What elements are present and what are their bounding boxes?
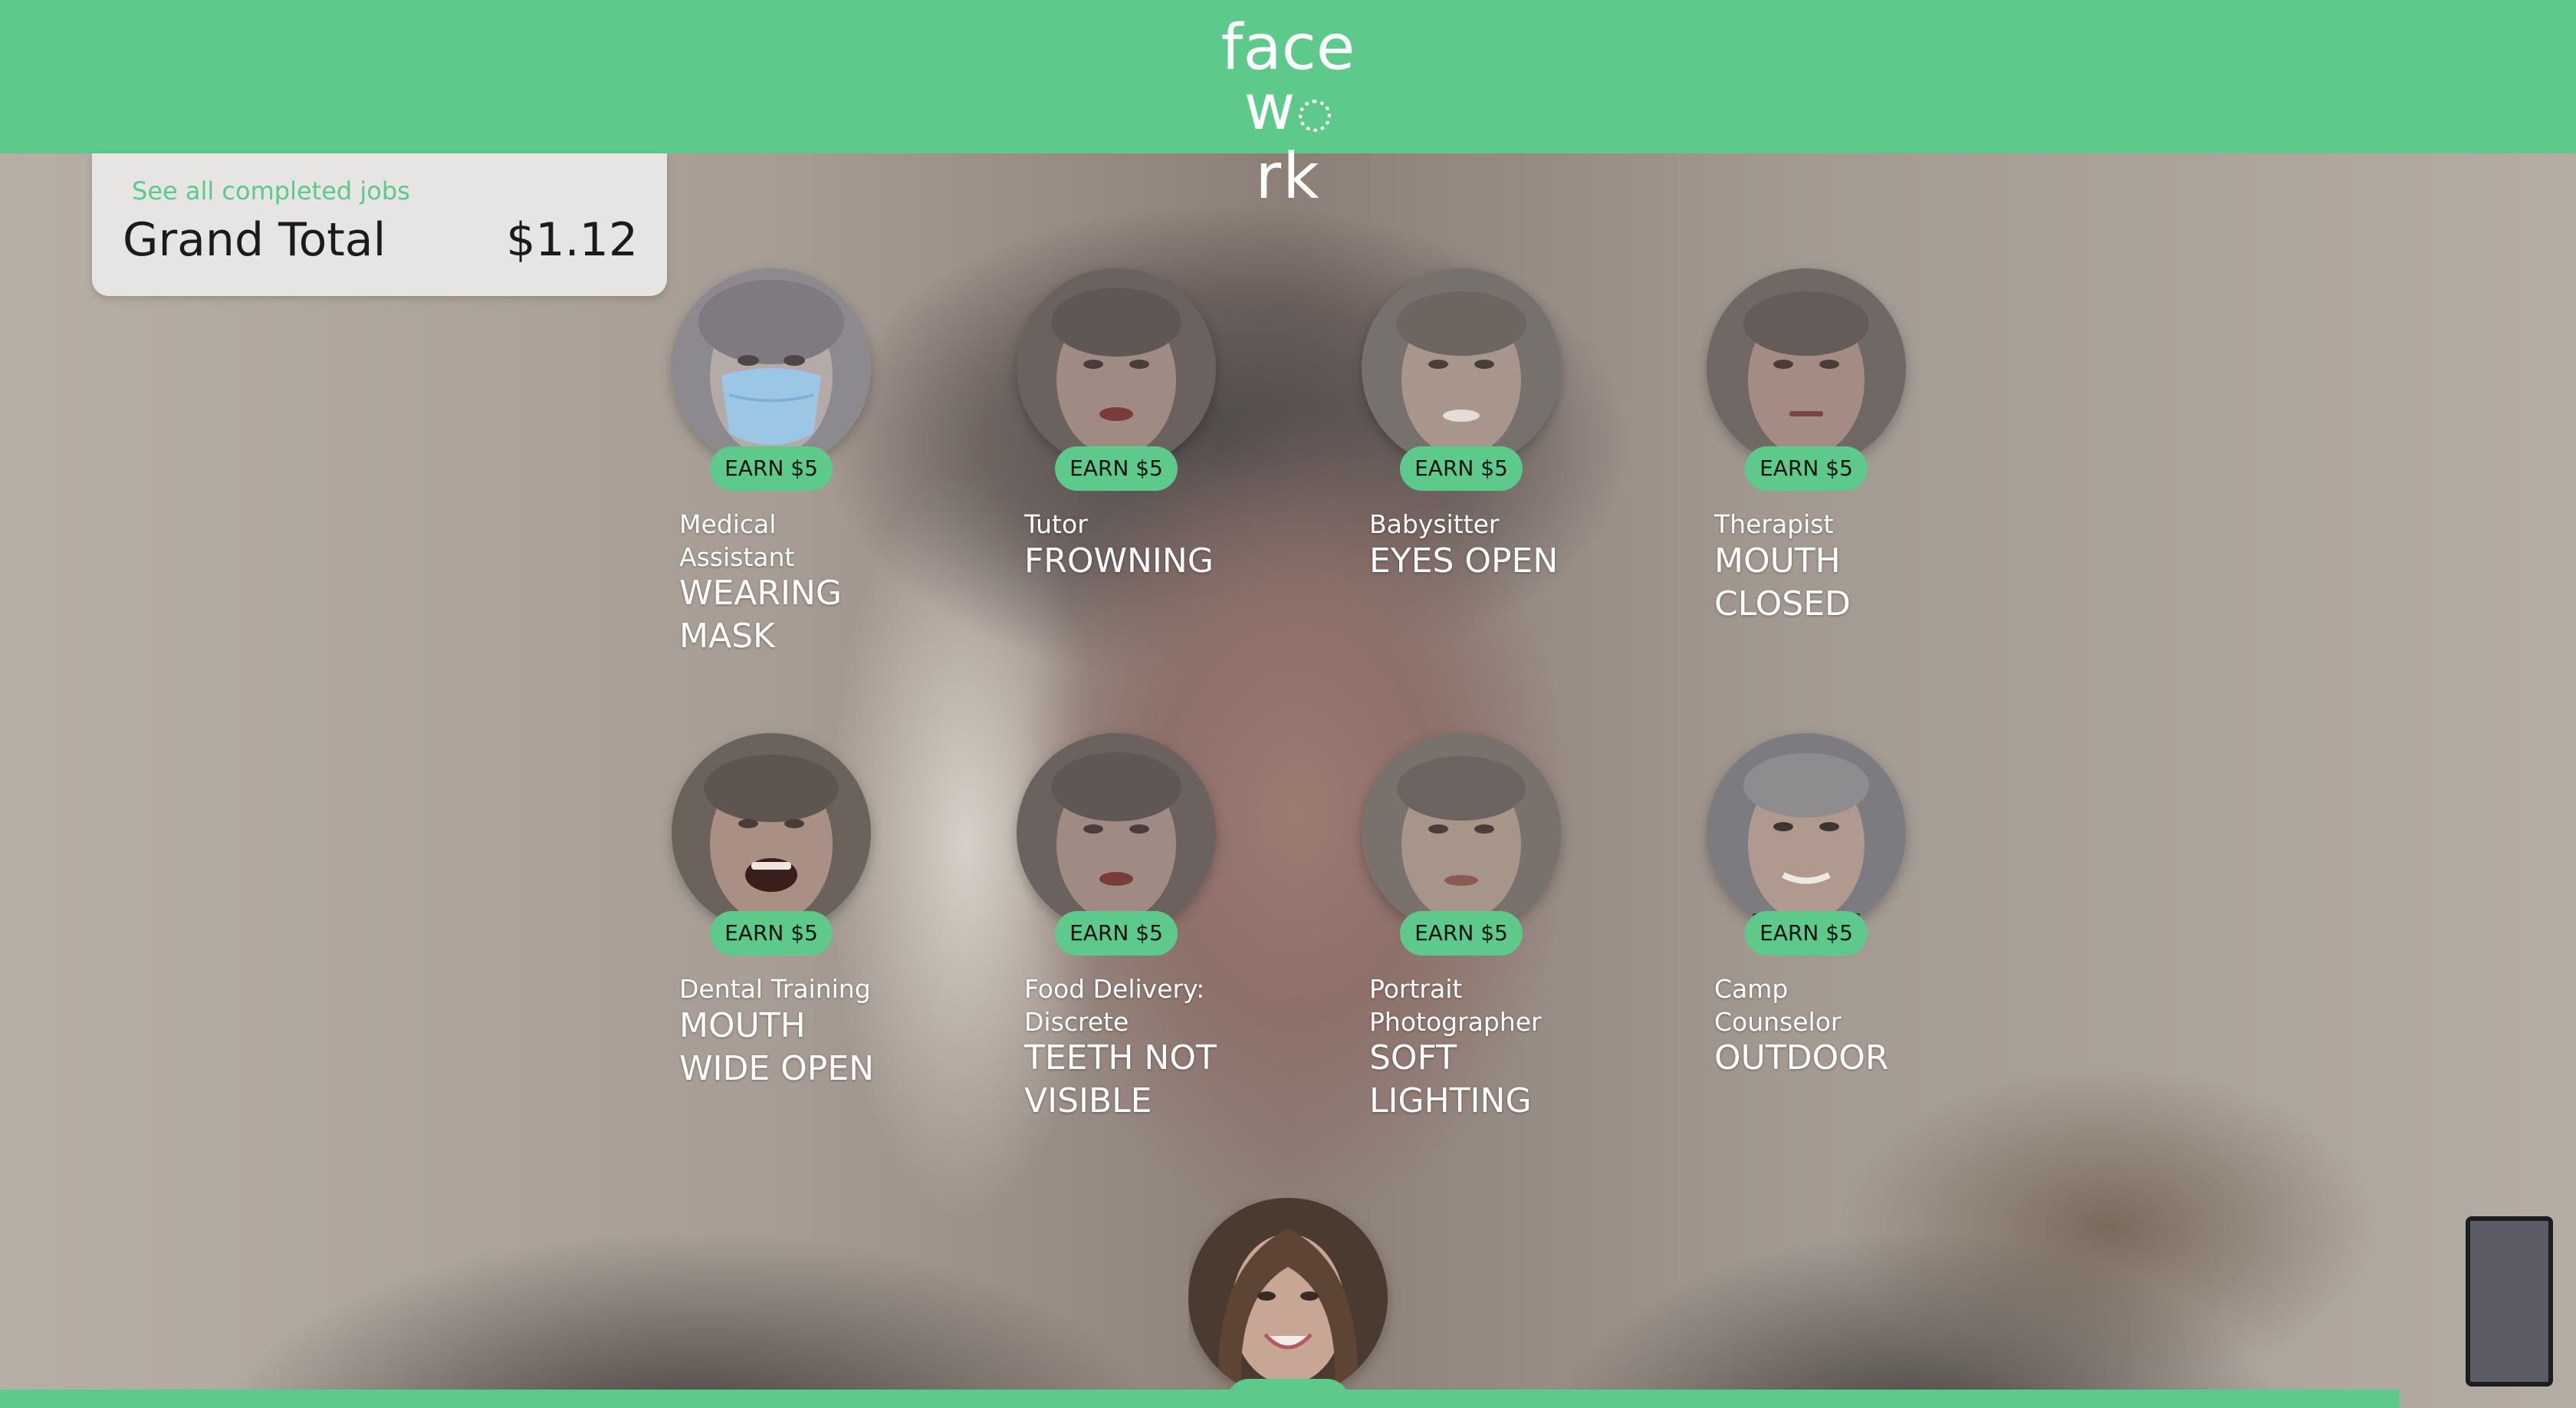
job-role: Tutor xyxy=(1024,509,1088,539)
job-condition: TEETH NOT VISIBLE xyxy=(1024,1038,1217,1120)
job-card[interactable]: EARN $5 Food Delivery: Discrete TEETH NO… xyxy=(1017,733,1339,1163)
job-card[interactable]: EARN $5 Babysitter EYES OPEN xyxy=(1362,268,1684,698)
job-face-thumbnail[interactable] xyxy=(1017,733,1216,933)
job-face-thumbnail[interactable] xyxy=(1362,733,1561,933)
logo-rk: rk xyxy=(1255,140,1321,213)
job-role: Camp Counselor xyxy=(1714,974,1842,1037)
see-completed-jobs-link[interactable]: See all completed jobs xyxy=(132,176,410,206)
job-card[interactable]: EARN $5 Dental Training MOUTH WIDE OPEN xyxy=(672,733,994,1163)
earn-button[interactable]: EARN $5 xyxy=(710,911,833,956)
job-condition: EYES OPEN xyxy=(1369,541,1559,581)
earn-button[interactable]: EARN $5 xyxy=(1055,446,1178,491)
grand-total-value: $1.12 xyxy=(506,213,638,267)
job-condition: MOUTH CLOSED xyxy=(1714,541,1851,623)
job-role: Dental Training xyxy=(679,974,871,1004)
job-face-thumbnail[interactable] xyxy=(672,268,871,468)
earn-button[interactable]: EARN $5 xyxy=(1400,911,1523,956)
job-role: Food Delivery: Discrete xyxy=(1024,974,1205,1037)
job-face-thumbnail[interactable] xyxy=(1017,268,1216,468)
header-bar: face wrk xyxy=(0,0,2576,212)
job-role: Portrait Photographer xyxy=(1369,974,1542,1037)
job-face-thumbnail[interactable] xyxy=(1707,268,1906,468)
logo-dotted-o-icon xyxy=(1298,100,1331,132)
earn-button[interactable]: EARN $5 xyxy=(1055,911,1178,956)
grand-total-label: Grand Total xyxy=(123,213,386,267)
job-face-thumbnail[interactable] xyxy=(672,733,871,933)
logo-w: w xyxy=(1244,71,1297,144)
earn-button[interactable]: EARN $5 xyxy=(1745,911,1868,956)
job-card[interactable]: EARN $5 Camp Counselor OUTDOOR xyxy=(1707,733,2029,1163)
progress-bar xyxy=(0,1390,2400,1408)
job-card[interactable]: EARN $5 Tutor FROWNING xyxy=(1017,268,1339,698)
earn-button[interactable]: EARN $5 xyxy=(710,446,833,491)
job-condition: MOUTH WIDE OPEN xyxy=(679,1006,875,1088)
job-face-thumbnail[interactable] xyxy=(1188,1198,1388,1397)
grand-total-card: See all completed jobs Grand Total $1.12 xyxy=(92,153,667,296)
job-card[interactable]: EARN $5 Portrait Photographer SOFT LIGHT… xyxy=(1362,733,1684,1163)
job-condition: OUTDOOR xyxy=(1714,1038,1889,1077)
job-card[interactable]: EARN $5 xyxy=(1188,1198,1510,1408)
job-face-thumbnail[interactable] xyxy=(1707,733,1906,933)
job-role: Medical Assistant xyxy=(679,509,795,572)
job-card[interactable]: EARN $5 Therapist MOUTH CLOSED xyxy=(1707,268,2029,698)
logo-word-work: wrk xyxy=(1211,74,1365,212)
job-condition: FROWNING xyxy=(1024,541,1214,581)
job-role: Babysitter xyxy=(1369,509,1500,539)
earn-button[interactable]: EARN $5 xyxy=(1400,446,1523,491)
job-condition: WEARING MASK xyxy=(679,574,842,656)
job-face-thumbnail[interactable] xyxy=(1362,268,1561,468)
earn-button[interactable]: EARN $5 xyxy=(1745,446,1868,491)
facework-logo: face wrk xyxy=(1211,14,1365,212)
job-condition: SOFT LIGHTING xyxy=(1369,1038,1532,1120)
job-card[interactable]: EARN $5 Medical Assistant WEARING MASK xyxy=(672,268,994,698)
job-role: Therapist xyxy=(1714,509,1834,539)
webcam-preview-thumbnail[interactable] xyxy=(2466,1216,2553,1387)
